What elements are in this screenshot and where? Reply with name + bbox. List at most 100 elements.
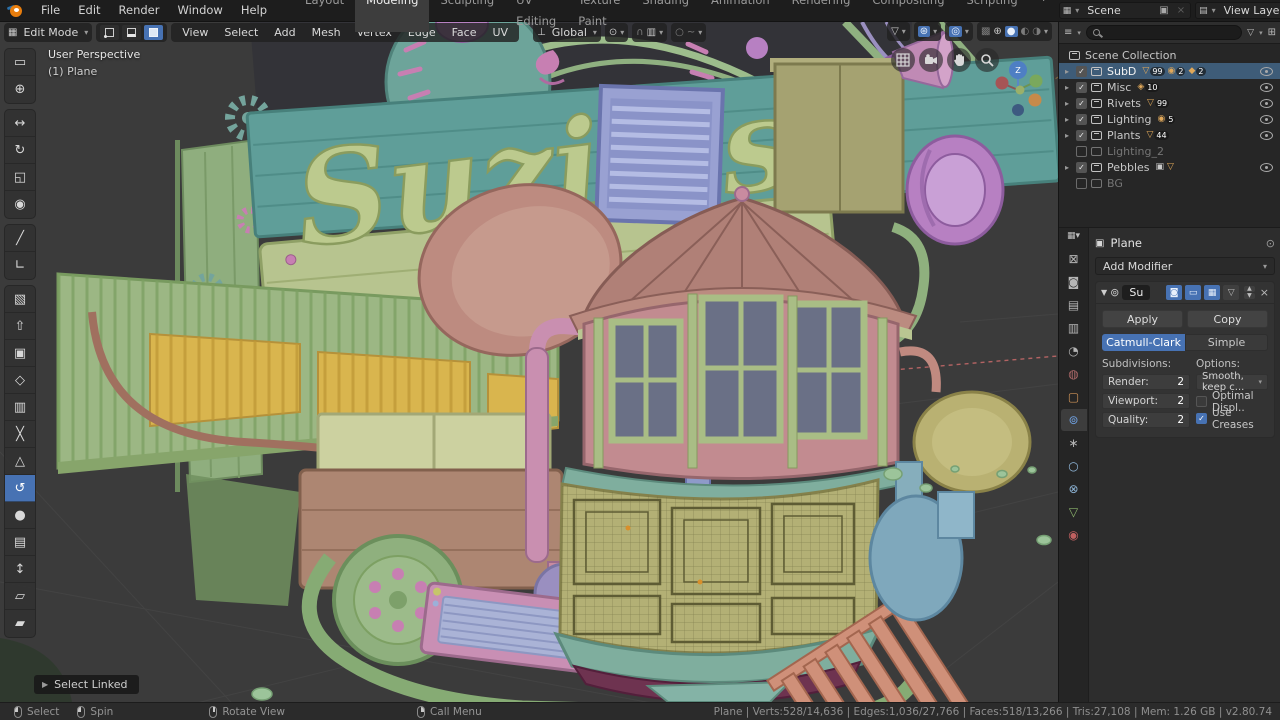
filter-funnel-icon[interactable]: ▽: [1247, 28, 1254, 38]
menu-help[interactable]: Help: [232, 0, 276, 21]
tab-object-data[interactable]: ▽: [1061, 501, 1087, 523]
expand-arrow-icon[interactable]: ▸: [1065, 163, 1076, 172]
add-workspace-button[interactable]: +: [1029, 0, 1059, 32]
tool-cursor[interactable]: ⊕: [5, 76, 35, 103]
tool-add-cube[interactable]: ▧: [5, 286, 35, 313]
collection-checkbox[interactable]: [1076, 145, 1087, 157]
hide-eye-icon[interactable]: [1260, 162, 1273, 172]
tab-shading[interactable]: Shading: [631, 0, 700, 32]
expand-arrow-icon[interactable]: ▸: [1065, 115, 1076, 124]
tab-uv-editing[interactable]: UV Editing: [505, 0, 567, 32]
expand-arrow-icon[interactable]: ▸: [1065, 83, 1076, 92]
tool-move[interactable]: ↔: [5, 110, 35, 137]
outliner-row-lighting[interactable]: ▸ ✓ Lighting ◉ 5: [1059, 111, 1280, 127]
tool-rotate[interactable]: ↻: [5, 137, 35, 164]
outliner-row-subd[interactable]: ▸ ✓ SubD ▽ 99 ◉ 2 ◆ 2: [1059, 63, 1280, 79]
tool-inset-faces[interactable]: ▣: [5, 340, 35, 367]
tab-constraints[interactable]: ⊗: [1061, 478, 1087, 500]
tool-select-box[interactable]: ▭: [5, 49, 35, 76]
editor-type-icon[interactable]: ▦▾: [1067, 231, 1080, 241]
apply-button[interactable]: Apply: [1102, 310, 1183, 328]
uv-smooth-dropdown[interactable]: Smooth, keep c... ▾: [1196, 371, 1268, 393]
tool-rip-region[interactable]: ▰: [5, 610, 35, 637]
outliner-row-scene-collection[interactable]: Scene Collection: [1059, 47, 1280, 63]
add-modifier-dropdown[interactable]: Add Modifier ▾: [1095, 257, 1275, 275]
tab-modeling[interactable]: Modeling: [355, 0, 430, 32]
menu-select[interactable]: Select: [217, 26, 265, 39]
3d-scene[interactable]: Suzie's: [0, 22, 1058, 702]
collection-checkbox[interactable]: ✓: [1076, 97, 1087, 109]
tool-shrink-fatten[interactable]: ↕: [5, 556, 35, 583]
tool-knife[interactable]: ╳: [5, 421, 35, 448]
menu-render[interactable]: Render: [110, 0, 169, 21]
collection-checkbox[interactable]: ✓: [1076, 129, 1087, 141]
tab-material[interactable]: ◉: [1061, 524, 1087, 546]
tab-render[interactable]: ◙: [1061, 271, 1087, 293]
new-collection-button[interactable]: ⊞: [1268, 27, 1276, 38]
modifier-realtime-toggle[interactable]: ▭: [1185, 285, 1202, 300]
collection-checkbox[interactable]: ✓: [1076, 113, 1087, 125]
tab-rendering[interactable]: Rendering: [781, 0, 862, 32]
mode-dropdown[interactable]: ▦ Edit Mode ▾: [4, 22, 93, 42]
collection-checkbox[interactable]: ✓: [1076, 65, 1087, 77]
expand-arrow-icon[interactable]: ▸: [1065, 99, 1076, 108]
outliner-row-rivets[interactable]: ▸ ✓ Rivets ▽ 99: [1059, 95, 1280, 111]
quality-field[interactable]: Quality: 2: [1102, 412, 1190, 428]
tool-transform[interactable]: ◉: [5, 191, 35, 218]
unlink-scene-icon[interactable]: ×: [1175, 5, 1187, 16]
modifier-cage-toggle[interactable]: ▽: [1223, 285, 1240, 300]
tab-scripting[interactable]: Scripting: [956, 0, 1029, 32]
outliner-row-bg[interactable]: BG: [1059, 175, 1280, 191]
blender-logo-icon[interactable]: [6, 4, 26, 18]
tab-modifiers[interactable]: ⊚: [1060, 409, 1087, 431]
menu-edit[interactable]: Edit: [69, 0, 109, 21]
pin-icon[interactable]: ⊙: [1266, 237, 1275, 250]
tab-world[interactable]: ◍: [1061, 363, 1087, 385]
tab-particles[interactable]: ∗: [1061, 432, 1087, 454]
outliner-row-plants[interactable]: ▸ ✓ Plants ▽ 44: [1059, 127, 1280, 143]
expand-arrow-icon[interactable]: ▸: [1065, 67, 1076, 76]
collection-checkbox[interactable]: ✓: [1076, 161, 1087, 173]
vertex-select-button[interactable]: [100, 24, 120, 40]
menu-view[interactable]: View: [175, 26, 215, 39]
modifier-name-field[interactable]: Su: [1122, 285, 1151, 300]
close-icon[interactable]: ×: [1260, 286, 1269, 299]
tab-scene[interactable]: ◔: [1061, 340, 1087, 362]
tab-object[interactable]: ▢: [1061, 386, 1087, 408]
tool-scale[interactable]: ◱: [5, 164, 35, 191]
tool-extrude-region[interactable]: ⇧: [5, 313, 35, 340]
tab-layout[interactable]: Layout: [294, 0, 355, 32]
hide-eye-icon[interactable]: [1260, 114, 1273, 124]
3d-viewport[interactable]: Suzie's ▦ Edit Mode ▾ View Select Add Me…: [0, 22, 1058, 702]
tab-sculpting[interactable]: Sculpting: [429, 0, 505, 32]
menu-file[interactable]: File: [32, 0, 69, 21]
expand-arrow-icon[interactable]: ▸: [1065, 131, 1076, 140]
camera-view-button[interactable]: [919, 48, 943, 72]
menu-window[interactable]: Window: [168, 0, 231, 21]
outliner-row-pebbles[interactable]: ▸ ✓ Pebbles ▣ ▽: [1059, 159, 1280, 175]
hide-eye-icon[interactable]: [1260, 82, 1273, 92]
tool-measure[interactable]: ∟: [5, 252, 35, 279]
outliner-row-misc[interactable]: ▸ ✓ Misc ◈ 10: [1059, 79, 1280, 95]
tab-view-layer[interactable]: ▥: [1061, 317, 1087, 339]
tab-physics[interactable]: ○: [1061, 455, 1087, 477]
modifier-editmode-toggle[interactable]: ▦: [1204, 285, 1221, 300]
tool-poly-build[interactable]: △: [5, 448, 35, 475]
face-select-button[interactable]: [144, 24, 164, 40]
outliner-row-lighting-2[interactable]: Lighting_2: [1059, 143, 1280, 159]
collection-checkbox[interactable]: [1076, 177, 1087, 189]
toggle-perspective-button[interactable]: [891, 48, 915, 72]
move-down-button[interactable]: ▼: [1244, 293, 1255, 299]
collection-checkbox[interactable]: ✓: [1076, 81, 1087, 93]
optimal-display-checkbox[interactable]: ✓: [1196, 396, 1207, 407]
hide-eye-icon[interactable]: [1260, 130, 1273, 140]
pan-view-button[interactable]: [947, 48, 971, 72]
new-scene-icon[interactable]: ▣: [1157, 5, 1170, 16]
hide-eye-icon[interactable]: [1260, 66, 1273, 76]
catmull-clark-button[interactable]: Catmull-Clark: [1102, 334, 1185, 351]
tab-tool[interactable]: ⊠: [1061, 248, 1087, 270]
hide-eye-icon[interactable]: [1260, 98, 1273, 108]
use-creases-row[interactable]: ✓ Use Creases: [1196, 407, 1268, 431]
operator-panel-select-linked[interactable]: ▶ Select Linked: [34, 675, 140, 694]
viewport-subdivisions-field[interactable]: Viewport: 2: [1102, 393, 1190, 409]
